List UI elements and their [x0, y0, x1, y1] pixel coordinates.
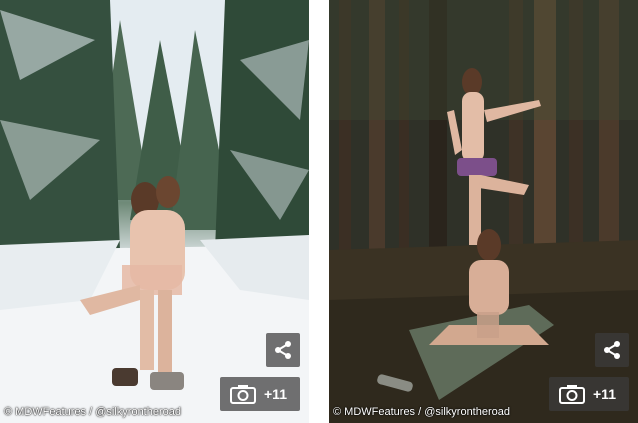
share-icon — [275, 341, 291, 359]
photo-credit: © MDWFeatures / @silkyrontheroad — [4, 406, 181, 419]
forest-yoga-photo — [329, 0, 638, 423]
camera-icon — [559, 385, 585, 404]
camera-icon — [230, 385, 256, 404]
snowy-forest-photo — [0, 0, 309, 423]
gallery-button[interactable]: +11 — [549, 377, 629, 411]
photo-credit: © MDWFeatures / @silkyrontheroad — [333, 406, 510, 419]
gallery-count: +11 — [264, 386, 287, 402]
share-button[interactable] — [266, 333, 300, 367]
share-icon — [604, 341, 620, 359]
photo-panel-left[interactable]: © MDWFeatures / @silkyrontheroad +11 — [0, 0, 309, 423]
photo-panel-right[interactable]: © MDWFeatures / @silkyrontheroad +11 — [329, 0, 638, 423]
gallery-button[interactable]: +11 — [220, 377, 300, 411]
gallery-count: +11 — [593, 386, 616, 402]
share-button[interactable] — [595, 333, 629, 367]
